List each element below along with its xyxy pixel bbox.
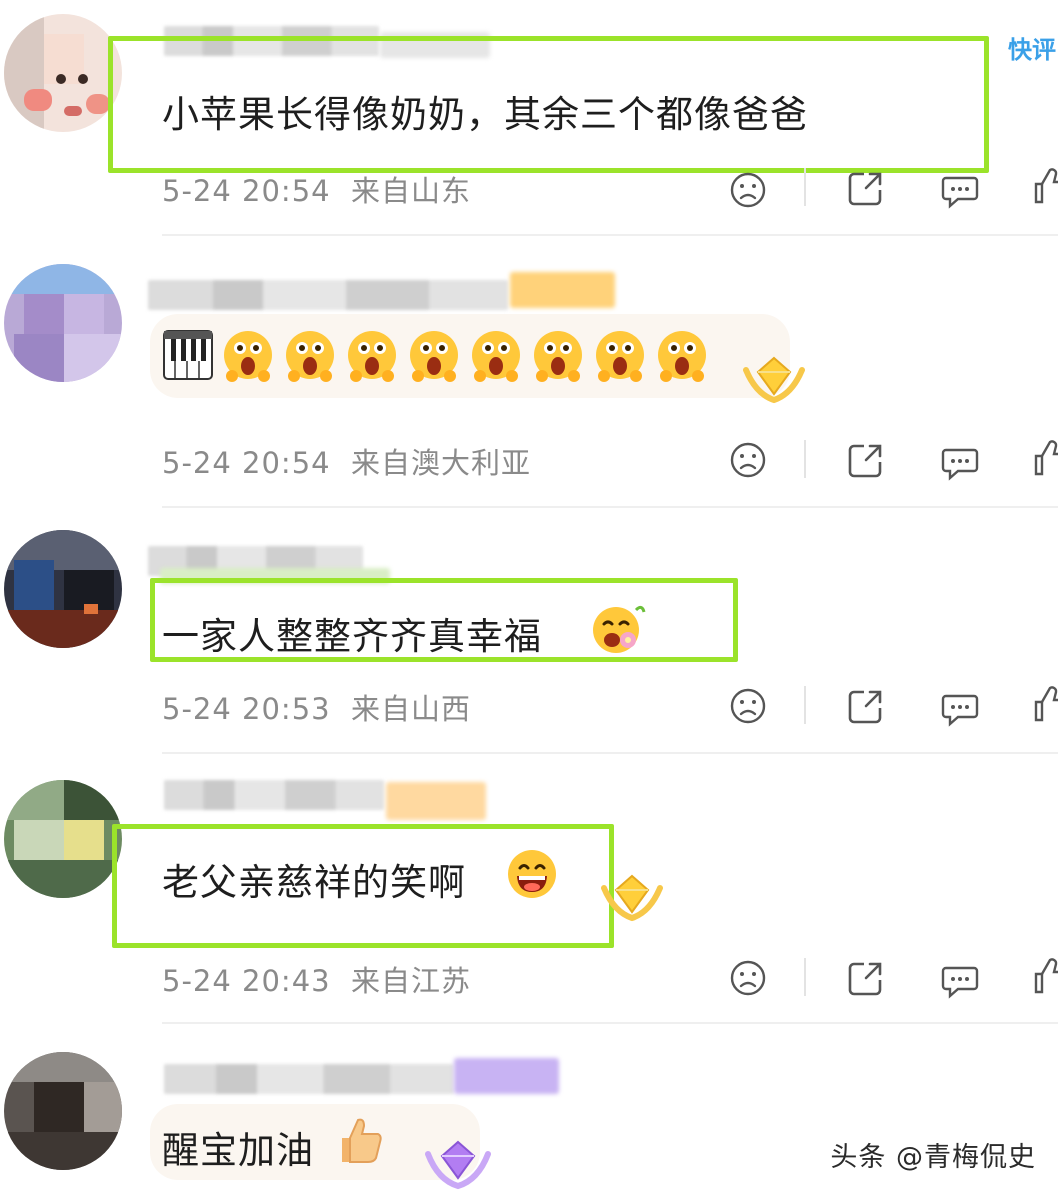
- awe-face-emoji: [224, 331, 272, 382]
- comment-text: 老父亲慈祥的笑啊: [162, 861, 466, 904]
- username-blurred[interactable]: [164, 780, 384, 810]
- comment-meta: 5-24 20:54 来自澳大利亚: [162, 440, 531, 482]
- avatar[interactable]: [4, 780, 122, 898]
- comment-location: 来自山东: [351, 174, 472, 208]
- piano-emoji: [163, 330, 213, 380]
- avatar[interactable]: [4, 1052, 122, 1170]
- watermark: 头条 @青梅侃史: [830, 1142, 1036, 1173]
- dislike-face-icon[interactable]: [728, 440, 768, 480]
- share-icon[interactable]: [846, 686, 886, 726]
- gold-gem-badge-icon: [743, 356, 805, 404]
- comment-text: 一家人整整齐齐真幸福: [162, 615, 542, 658]
- comment-text: 小苹果长得像奶奶，其余三个都像爸爸: [162, 93, 808, 136]
- comment-date: 5-24 20:53: [162, 692, 331, 726]
- comment-item: 老父亲慈祥的笑啊 5-24 20:43 来自江苏: [0, 754, 1058, 1024]
- user-badge-blurred: [510, 272, 615, 308]
- comment-location: 来自江苏: [351, 964, 472, 998]
- comment-meta: 5-24 20:43 来自江苏: [162, 958, 471, 1000]
- separator: [804, 686, 806, 724]
- user-badge-blurred: [454, 1058, 559, 1094]
- share-icon[interactable]: [846, 958, 886, 998]
- thumbs-up-emoji: [342, 1118, 382, 1163]
- separator: [804, 168, 806, 206]
- comment-item: 5-24 20:54 来自澳大利亚: [0, 236, 1058, 508]
- share-icon[interactable]: [846, 168, 886, 208]
- user-badge-blurred: [386, 782, 486, 820]
- reply-icon[interactable]: [940, 442, 980, 482]
- comment-text: 醒宝加油: [162, 1129, 314, 1172]
- avatar[interactable]: [4, 14, 122, 132]
- like-icon[interactable]: [1032, 166, 1058, 206]
- comment-item: 小苹果长得像奶奶，其余三个都像爸爸 5-24 20:54 来自山东: [0, 0, 1058, 236]
- comment-location: 来自澳大利亚: [351, 446, 532, 480]
- awe-face-emoji: [658, 331, 706, 382]
- share-icon[interactable]: [846, 440, 886, 480]
- comment-meta: 5-24 20:53 来自山西: [162, 686, 471, 728]
- awe-face-emoji: [596, 331, 644, 382]
- reply-icon[interactable]: [940, 688, 980, 728]
- gold-gem-badge-icon: [601, 874, 663, 922]
- grin-face-emoji: [508, 850, 556, 898]
- avatar[interactable]: [4, 530, 122, 648]
- comment-location: 来自山西: [351, 692, 472, 726]
- flower-face-emoji: [593, 605, 646, 653]
- username-blurred[interactable]: [148, 280, 508, 310]
- separator: [804, 440, 806, 478]
- awe-face-emoji: [472, 331, 520, 382]
- awe-face-emoji: [348, 331, 396, 382]
- separator: [804, 958, 806, 996]
- awe-face-emoji: [410, 331, 458, 382]
- like-icon[interactable]: [1032, 438, 1058, 478]
- avatar[interactable]: [4, 264, 122, 382]
- comment-meta: 5-24 20:54 来自山东: [162, 168, 471, 210]
- like-icon[interactable]: [1032, 956, 1058, 996]
- emoji-row-faces: [224, 331, 706, 382]
- reply-icon[interactable]: [940, 960, 980, 1000]
- purple-gem-badge-icon: [425, 1140, 491, 1190]
- dislike-face-icon[interactable]: [728, 958, 768, 998]
- comment-date: 5-24 20:54: [162, 446, 331, 480]
- comment-date: 5-24 20:43: [162, 964, 331, 998]
- dislike-face-icon[interactable]: [728, 686, 768, 726]
- awe-face-emoji: [534, 331, 582, 382]
- awe-face-emoji: [286, 331, 334, 382]
- like-icon[interactable]: [1032, 684, 1058, 724]
- username-blurred[interactable]: [164, 1064, 454, 1094]
- reply-icon[interactable]: [940, 170, 980, 210]
- comment-item: 一家人整整齐齐真幸福 5-24 20:53 来自山西: [0, 508, 1058, 754]
- comment-date: 5-24 20:54: [162, 174, 331, 208]
- dislike-face-icon[interactable]: [728, 170, 768, 210]
